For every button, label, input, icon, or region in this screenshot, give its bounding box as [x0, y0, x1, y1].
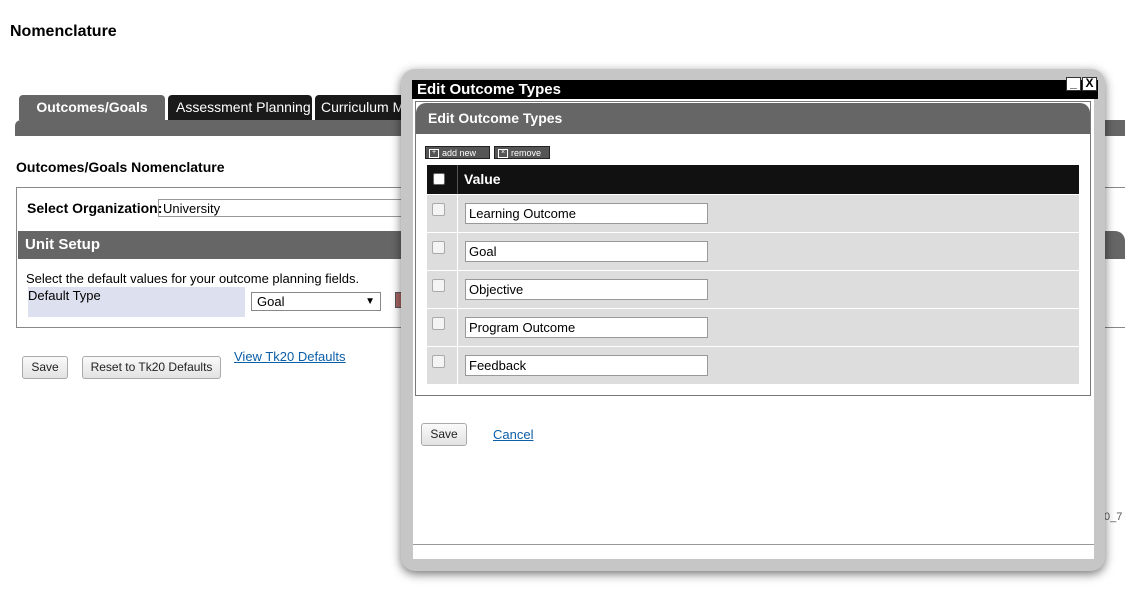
organization-input[interactable]: University: [158, 199, 438, 217]
outcome-type-input[interactable]: Learning Outcome: [465, 203, 708, 224]
row-checkbox[interactable]: [432, 355, 445, 368]
dialog-title[interactable]: Edit Outcome Types: [412, 80, 1098, 99]
row-checkbox[interactable]: [432, 317, 445, 330]
add-icon: +: [429, 149, 439, 159]
dialog-footer: [413, 544, 1094, 559]
outcome-type-input[interactable]: Objective: [465, 279, 708, 300]
outcome-type-input[interactable]: Feedback: [465, 355, 708, 376]
row-checkbox[interactable]: [432, 203, 445, 216]
select-all-checkbox[interactable]: [433, 173, 445, 185]
dropdown-arrow-icon: ▼: [365, 296, 375, 307]
save-button[interactable]: Save: [22, 356, 68, 379]
close-icon[interactable]: X: [1082, 77, 1097, 91]
table-header: [427, 165, 1079, 194]
section-title: Outcomes/Goals Nomenclature: [16, 159, 225, 175]
remove-icon: ×: [498, 149, 508, 159]
unit-setup-description: Select the default values for your outco…: [26, 271, 360, 286]
dialog-save-button[interactable]: Save: [421, 423, 467, 446]
row-divider: [457, 233, 458, 270]
minimize-icon[interactable]: _: [1066, 77, 1081, 91]
outcome-type-input[interactable]: Goal: [465, 241, 708, 262]
add-new-button[interactable]: + add new: [425, 146, 490, 159]
page-title: Nomenclature: [10, 23, 117, 40]
default-type-select[interactable]: Goal ▼: [251, 292, 381, 311]
row-divider: [457, 309, 458, 346]
reset-defaults-button[interactable]: Reset to Tk20 Defaults: [82, 356, 221, 379]
row-divider: [457, 195, 458, 232]
header-divider: [457, 165, 458, 194]
view-defaults-link[interactable]: View Tk20 Defaults: [234, 349, 346, 364]
column-header-value: Value: [464, 171, 501, 187]
footnote: 0_7: [1104, 511, 1123, 523]
add-new-label: add new: [442, 148, 477, 158]
default-type-value: Goal: [257, 294, 285, 309]
remove-label: remove: [511, 148, 542, 158]
tab-curriculum[interactable]: Curriculum Ma: [315, 95, 405, 120]
default-type-label: Default Type: [28, 288, 101, 303]
tab-outcomes-goals[interactable]: Outcomes/Goals: [19, 95, 165, 120]
row-divider: [457, 271, 458, 308]
remove-button[interactable]: × remove: [494, 146, 550, 159]
outcome-type-input[interactable]: Program Outcome: [465, 317, 708, 338]
panel-header: Edit Outcome Types: [416, 103, 1090, 134]
dialog-cancel-link[interactable]: Cancel: [493, 427, 533, 442]
row-checkbox[interactable]: [432, 241, 445, 254]
tab-assessment-planning[interactable]: Assessment Planning: [168, 95, 312, 120]
row-checkbox[interactable]: [432, 279, 445, 292]
select-organization-label: Select Organization:: [27, 200, 163, 216]
row-divider: [457, 347, 458, 384]
